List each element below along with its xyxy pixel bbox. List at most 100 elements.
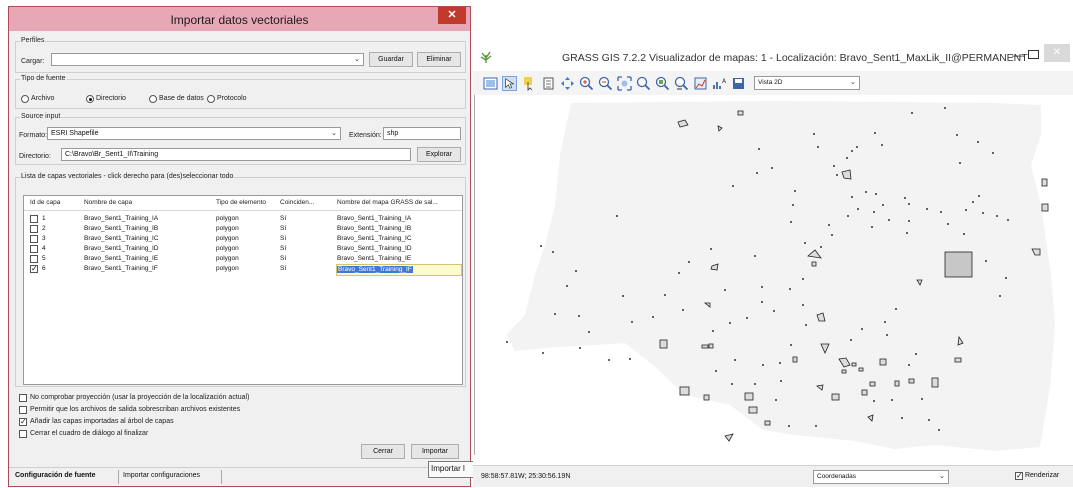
tab-source-settings[interactable]: Configuración de fuente (15, 472, 96, 479)
zoom-in-icon[interactable] (579, 76, 594, 91)
table-row[interactable]: ✓ 6 Bravo_Sent1_Training_IF polygon Sí B… (24, 264, 462, 276)
radio-protocolo[interactable] (207, 95, 215, 103)
map-titlebar[interactable]: GRASS GIS 7.2.2 Visualizador de mapas: 1… (473, 44, 1073, 70)
delete-profile-button[interactable]: Eliminar (417, 52, 461, 67)
training-polygon (944, 251, 973, 278)
table-row[interactable]: 2 Bravo_Sent1_Training_IB polygon Sí Bra… (24, 224, 462, 234)
header-divider (24, 210, 462, 211)
row-name: Bravo_Sent1_Training_IC (84, 235, 159, 242)
zoom-out-icon[interactable] (598, 76, 613, 91)
add-layer-icon[interactable] (541, 76, 556, 91)
save-display-icon[interactable] (731, 76, 746, 91)
save-profile-button[interactable]: Guardar (369, 52, 413, 67)
col-header-id[interactable]: Id de capa (30, 199, 70, 206)
profile-select[interactable]: ⌄ (51, 53, 364, 66)
table-row[interactable]: 4 Bravo_Sent1_Training_ID polygon Sí Bra… (24, 244, 462, 254)
render-checkbox[interactable]: ✓ (1015, 472, 1023, 480)
row-output[interactable]: Bravo_Sent1_Training_IE (337, 254, 411, 264)
row-id: 6 (42, 265, 46, 272)
maximize-icon[interactable] (1028, 50, 1039, 59)
chevron-down-icon: ⌄ (939, 473, 945, 480)
format-select-value: ESRI Shapefile (51, 130, 99, 137)
map-canvas[interactable] (474, 95, 1070, 455)
extension-label: Extensión: (349, 132, 382, 139)
row-match: Sí (280, 235, 287, 242)
display-map-icon[interactable] (483, 76, 498, 91)
col-header-match[interactable]: Coinciden... (280, 199, 332, 206)
map-close-button[interactable]: ✕ (1044, 44, 1070, 62)
row-output[interactable]: Bravo_Sent1_Training_ID (337, 244, 412, 254)
row-name: Bravo_Sent1_Training_IB (84, 225, 159, 232)
pointer-icon[interactable] (502, 76, 517, 91)
option-checkbox-no-projection-check[interactable] (19, 394, 27, 402)
row-output-editing[interactable]: Bravo_Sent1_Training_IF (336, 264, 462, 276)
row-checkbox[interactable] (30, 225, 38, 233)
row-type: polygon (216, 215, 239, 222)
table-row[interactable]: 5 Bravo_Sent1_Training_IE polygon Sí Bra… (24, 254, 462, 264)
dialog-titlebar[interactable]: Importar datos vectoriales ✕ (9, 7, 470, 31)
row-match: Sí (280, 215, 287, 222)
browse-button[interactable]: Explorar (417, 147, 461, 162)
option-checkbox-add-to-tree[interactable]: ✓ (19, 418, 27, 426)
close-button[interactable]: Cerrar (361, 444, 405, 459)
row-output[interactable]: Bravo_Sent1_Training_IA (337, 214, 411, 224)
decorations-icon[interactable]: A (712, 76, 727, 91)
extension-input[interactable]: shp (383, 127, 461, 140)
zoom-extent-icon[interactable] (617, 76, 632, 91)
zoom-back-icon[interactable] (636, 76, 651, 91)
row-checkbox[interactable]: ✓ (30, 265, 38, 273)
map-render[interactable] (475, 95, 1070, 455)
row-match: Sí (280, 225, 287, 232)
raster-extent (506, 101, 1055, 451)
pan-icon[interactable] (560, 76, 575, 91)
view-mode-value: Vista 2D (758, 79, 783, 86)
option-checkbox-overwrite[interactable] (19, 406, 27, 414)
row-checkbox[interactable] (30, 235, 38, 243)
source-input-group-label: Source input (20, 113, 62, 120)
radio-base-datos[interactable] (149, 95, 157, 103)
row-id: 2 (42, 225, 46, 232)
dialog-tabs: Configuración de fuente Importar configu… (9, 467, 470, 488)
dialog-title: Importar datos vectoriales (170, 13, 309, 27)
row-id: 1 (42, 215, 46, 222)
format-select[interactable]: ESRI Shapefile ⌄ (47, 127, 341, 140)
row-name: Bravo_Sent1_Training_IF (84, 265, 158, 272)
option-checkbox-close-on-finish[interactable] (19, 430, 27, 438)
layers-table[interactable]: Id de capa Nombre de capa Tipo de elemen… (23, 195, 463, 385)
row-checkbox[interactable] (30, 215, 38, 223)
row-name: Bravo_Sent1_Training_IA (84, 215, 159, 222)
zoom-menu-icon[interactable] (674, 76, 689, 91)
import-button[interactable]: Importar (411, 444, 459, 459)
row-checkbox[interactable] (30, 255, 38, 263)
table-row[interactable]: 3 Bravo_Sent1_Training_IC polygon Sí Bra… (24, 234, 462, 244)
format-label: Formato: (19, 132, 48, 139)
status-mode-value: Coordenadas (817, 473, 857, 480)
chevron-down-icon: ⌄ (354, 56, 360, 63)
row-type: polygon (216, 225, 239, 232)
row-output-selected-text: Bravo_Sent1_Training_IF (337, 266, 413, 273)
option-label: Añadir las capas importadas al árbol de … (30, 418, 174, 425)
radio-directorio[interactable] (86, 95, 94, 103)
table-row[interactable]: 1 Bravo_Sent1_Training_IA polygon Sí Bra… (24, 214, 462, 224)
dialog-close-button[interactable]: ✕ (438, 7, 466, 24)
radio-archivo[interactable] (21, 95, 29, 103)
query-icon[interactable] (522, 76, 537, 91)
view-mode-select[interactable]: Vista 2D ⌄ (754, 76, 860, 90)
chevron-down-icon: ⌄ (850, 79, 856, 86)
analyze-icon[interactable] (693, 76, 708, 91)
minimize-icon[interactable]: — (1012, 48, 1024, 62)
row-checkbox[interactable] (30, 245, 38, 253)
row-name: Bravo_Sent1_Training_IE (84, 255, 159, 262)
zoom-region-icon[interactable] (655, 76, 670, 91)
row-id: 3 (42, 235, 46, 242)
svg-text:A: A (722, 78, 727, 85)
directory-input[interactable]: C:\Bravo\Br_Sent1_II\Training (61, 148, 411, 161)
col-header-output[interactable]: Nombre del mapa GRASS de sal... (337, 199, 461, 206)
status-mode-select[interactable]: Coordenadas ⌄ (813, 470, 949, 484)
tab-import-settings[interactable]: Importar configuraciones (123, 472, 200, 479)
render-toggle[interactable]: ✓ Renderizar (1015, 471, 1059, 480)
col-header-type[interactable]: Tipo de elemento (216, 199, 274, 206)
col-header-name[interactable]: Nombre de capa (84, 199, 204, 206)
row-output[interactable]: Bravo_Sent1_Training_IC (337, 234, 412, 244)
row-output[interactable]: Bravo_Sent1_Training_IB (337, 224, 411, 234)
